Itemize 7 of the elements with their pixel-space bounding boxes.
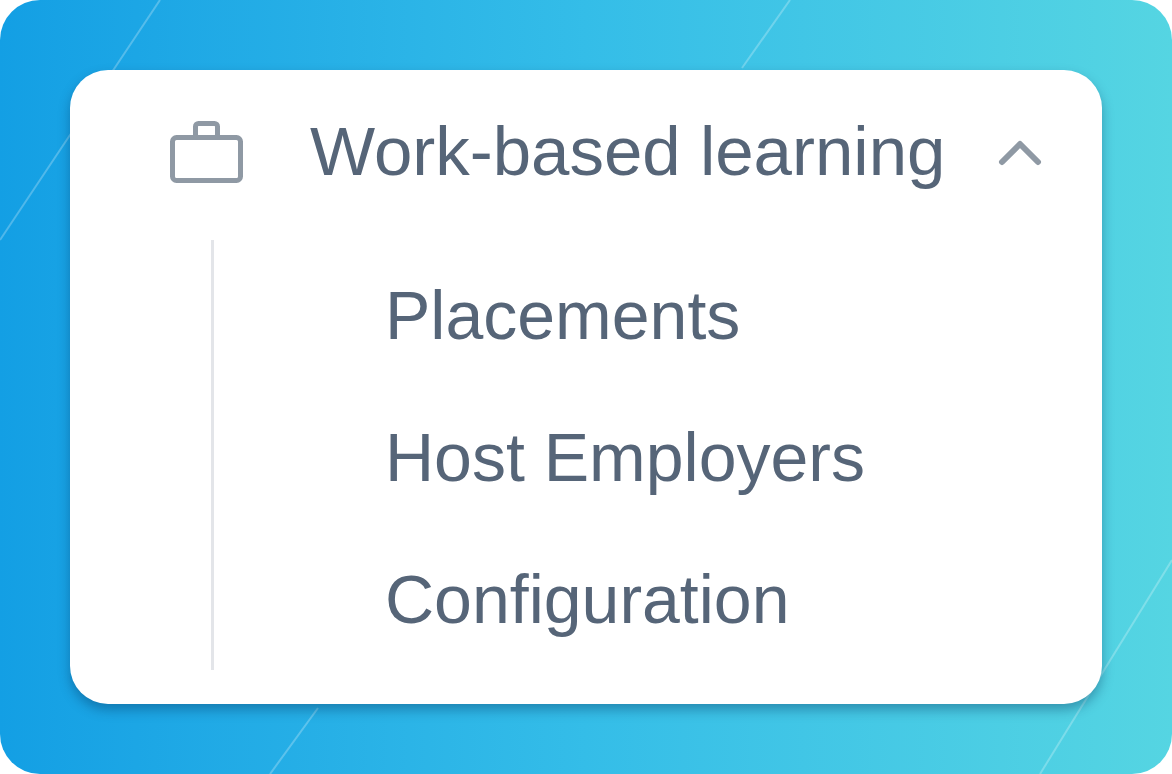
submenu-link[interactable]: Configuration xyxy=(385,560,790,638)
section-toggle[interactable]: Work-based learning xyxy=(170,113,1042,191)
diagonal-stripe xyxy=(269,707,319,774)
submenu-link[interactable]: Placements xyxy=(385,276,741,354)
diagonal-stripe xyxy=(741,0,791,69)
submenu-link[interactable]: Host Employers xyxy=(385,418,865,496)
briefcase-icon xyxy=(170,121,243,183)
